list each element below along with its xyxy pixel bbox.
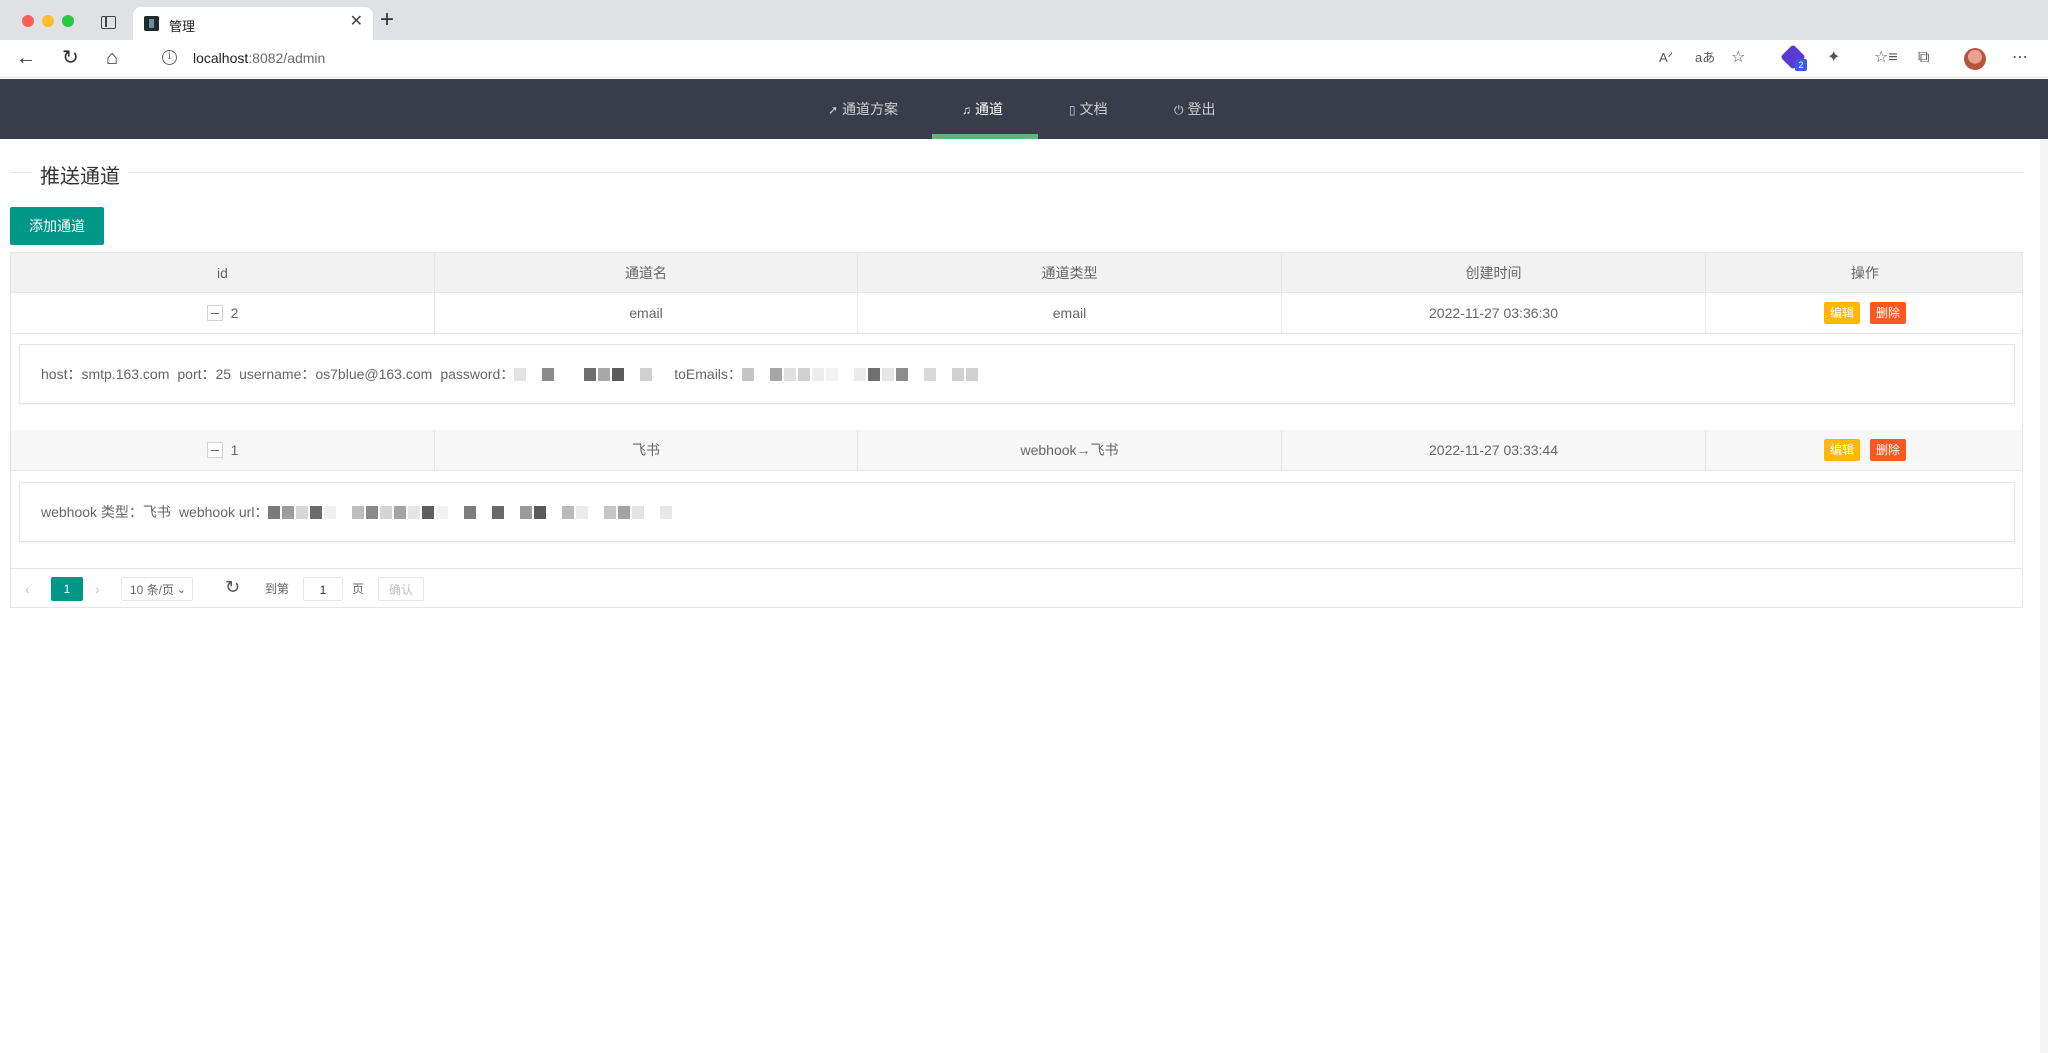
cell-id: 2 [11,293,435,333]
nav-label: 文档 [1079,101,1108,117]
translate-icon[interactable]: aあ [1695,49,1715,67]
window-close-button[interactable] [22,15,34,27]
table-row[interactable]: 1 飞书 webhook→飞书 2022-11-27 03:33:44 编辑 删… [11,430,2022,471]
page-1-button[interactable]: 1 [51,577,83,601]
delete-button[interactable]: 删除 [1870,439,1907,461]
detail-password: password： [440,366,515,382]
detail-username: username：os7blue@163.com [239,366,433,382]
site-info-icon[interactable]: i [162,50,177,65]
collections-icon[interactable]: ⧉ [1918,49,1929,67]
table-row[interactable]: 2 email email 2022-11-27 03:36:30 编辑 删除 [11,293,2022,334]
column-header-type[interactable]: 通道类型 [858,253,1282,292]
row-detail-panel: webhook 类型：飞书 webhook url： [19,482,2015,542]
favorites-icon[interactable]: ☆≡ [1874,49,1898,67]
row-id: 2 [230,305,239,321]
cell-type: webhook→飞书 [858,430,1282,470]
detail-to-emails: toEmails： [674,366,742,382]
window-zoom-button[interactable] [62,15,74,27]
file-icon: ▯ [1069,103,1076,117]
page-unit-label: 页 [352,582,365,596]
row-detail-panel: host：smtp.163.com port：25 username：os7bl… [19,344,2015,404]
page-title: 推送通道 [32,160,128,189]
detail-webhook-url: webhook url： [178,504,269,520]
nav-channels[interactable]: ♫ 通道 [962,79,1003,139]
redacted-emails [741,367,980,381]
url-host: localhost [193,50,249,66]
goto-page-input[interactable]: 1 [303,577,343,601]
more-menu-icon[interactable]: ⋯ [2012,49,2028,67]
favicon-icon [144,16,159,31]
tab-sidebar-icon[interactable] [101,16,116,29]
refresh-icon[interactable]: ↻ [225,575,240,599]
goto-confirm-button[interactable]: 确认 [378,577,424,601]
browser-tab[interactable]: 管理 ✕ [133,7,373,40]
detail-webhook-type: webhook 类型：飞书 [41,504,171,520]
window-minimize-button[interactable] [42,15,54,27]
tab-title: 管理 [169,19,196,34]
close-tab-icon[interactable]: ✕ [350,14,363,30]
profile-avatar[interactable] [1964,48,1986,70]
cell-name: 飞书 [435,430,858,470]
collapse-icon[interactable] [206,305,223,321]
column-header-created[interactable]: 创建时间 [1282,253,1706,292]
edit-button[interactable]: 编辑 [1823,302,1860,324]
page-size-select[interactable]: 10 条/页 ⌄ [121,577,193,601]
home-icon[interactable]: ⌂ [106,48,118,68]
cell-created: 2022-11-27 03:33:44 [1282,430,1706,470]
favorite-add-icon[interactable]: ☆ [1731,49,1745,67]
back-icon[interactable]: ← [16,48,36,68]
url-path: :8082/admin [248,50,326,66]
extensions-puzzle-icon[interactable]: ✦ [1827,49,1840,67]
app-header: ➚ 通道方案 ♫ 通道 ▯ 文档 ⏻ 登出 [0,79,2048,139]
redacted-password [514,367,668,381]
detail-host: host：smtp.163.com [41,366,170,382]
address-bar: ← ↻ ⌂ i localhost:8082/admin Aᐟ aあ ☆ 2 ✦… [0,40,2048,78]
cell-name: email [435,293,858,333]
new-tab-icon[interactable]: + [380,8,394,32]
read-aloud-icon[interactable]: Aᐟ [1659,49,1673,67]
edit-button[interactable]: 编辑 [1823,439,1860,461]
cell-actions: 编辑 删除 [1706,430,2024,470]
reload-icon[interactable]: ↻ [62,48,79,68]
active-nav-indicator [932,134,1038,139]
power-icon: ⏻ [1174,103,1184,117]
send-icon: ➚ [828,103,839,117]
bell-icon: ♫ [962,103,971,117]
page-scrollbar[interactable] [2040,139,2048,1053]
extension-badge: 2 [1795,59,1807,71]
nav-logout[interactable]: ⏻ 登出 [1174,79,1216,139]
goto-label: 到第 [265,582,290,596]
delete-button[interactable]: 删除 [1870,302,1907,324]
pagination: ‹ 1 › 10 条/页 ⌄ ↻ 到第 1 页 确认 [11,568,2022,609]
nav-channel-plans[interactable]: ➚ 通道方案 [828,79,898,139]
page-size-value: 10 条/页 [130,583,175,597]
column-header-id[interactable]: id [11,253,435,292]
prev-page-icon[interactable]: ‹ [25,577,30,601]
url-field[interactable]: localhost:8082/admin [193,50,325,66]
nav-label: 通道 [975,101,1003,117]
channel-table: id 通道名 通道类型 创建时间 操作 2 email email 2022-1… [10,252,2023,608]
chevron-down-icon: ⌄ [176,584,186,596]
cell-actions: 编辑 删除 [1706,293,2024,333]
row-id: 1 [230,442,239,458]
redacted-webhook-url [268,505,674,519]
fieldset-divider [10,172,2024,173]
cell-type: email [858,293,1282,333]
nav-docs[interactable]: ▯ 文档 [1069,79,1108,139]
collapse-icon[interactable] [206,442,223,458]
table-header: id 通道名 通道类型 创建时间 操作 [11,253,2022,293]
column-header-name[interactable]: 通道名 [435,253,858,292]
browser-titlebar: 管理 ✕ + [0,0,2048,40]
nav-label: 通道方案 [842,101,899,117]
detail-port: port：25 [177,366,232,382]
nav-label: 登出 [1187,101,1216,117]
column-header-actions: 操作 [1851,264,1879,281]
cell-id: 1 [11,430,435,470]
cell-created: 2022-11-27 03:36:30 [1282,293,1706,333]
add-channel-button[interactable]: 添加通道 [10,207,104,245]
next-page-icon[interactable]: › [95,577,100,601]
